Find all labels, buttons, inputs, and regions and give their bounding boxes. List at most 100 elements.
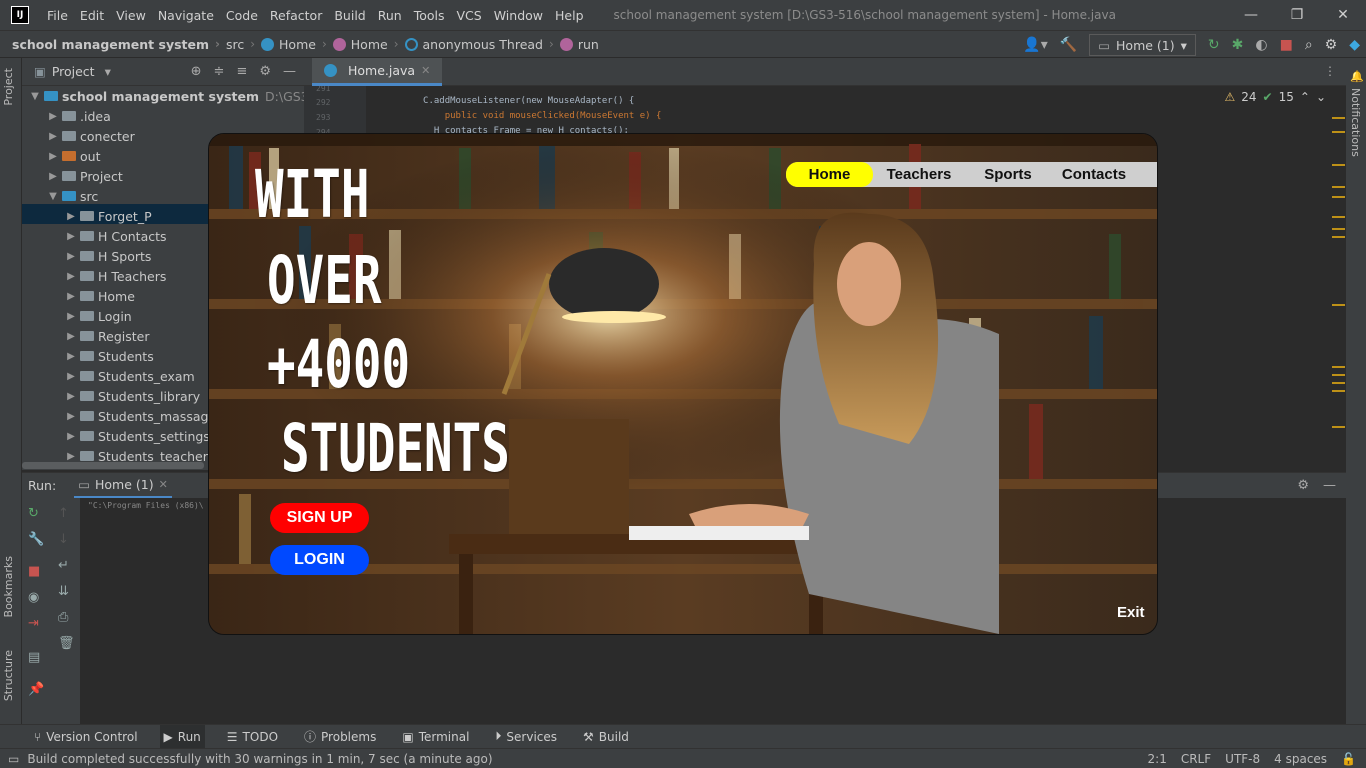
structure-tool-tab[interactable]: Structure <box>2 650 15 701</box>
lock-icon[interactable]: 🔓 <box>1341 752 1356 766</box>
warning-mark[interactable] <box>1332 374 1345 376</box>
project-view-select[interactable]: Project <box>52 64 95 79</box>
menu-view[interactable]: View <box>110 8 152 23</box>
warning-mark[interactable] <box>1332 304 1345 306</box>
stop-icon[interactable]: ■ <box>1280 37 1293 53</box>
chevron-down-icon[interactable]: ⌄ <box>1316 90 1326 104</box>
tree-item[interactable]: ▶ Register <box>64 326 149 346</box>
terminal-tab[interactable]: ▣ Terminal <box>398 725 473 749</box>
tree-item[interactable]: ▶ Login <box>64 306 132 326</box>
breadcrumb-src[interactable]: src › <box>220 37 255 52</box>
arrow-down-icon[interactable]: ↓ <box>58 532 69 547</box>
menu-file[interactable]: File <box>41 8 74 23</box>
tree-item[interactable]: ▶ Students_settings <box>64 426 210 446</box>
exit-icon[interactable]: ⇥ <box>28 616 39 631</box>
tree-item[interactable]: ▶ Students <box>64 346 154 366</box>
warning-mark[interactable] <box>1332 117 1345 119</box>
scroll-to-end-icon[interactable]: ⇊ <box>58 584 69 599</box>
tree-item[interactable]: ▼ src <box>46 186 98 206</box>
menu-navigate[interactable]: Navigate <box>152 8 220 23</box>
debug-bug-icon[interactable]: ✱ <box>1232 37 1244 53</box>
warning-mark[interactable] <box>1332 196 1345 198</box>
layout-icon[interactable]: ▤ <box>28 650 40 665</box>
tab-home-java[interactable]: Home.java ✕ <box>312 58 443 86</box>
menu-help[interactable]: Help <box>549 8 590 23</box>
warning-mark[interactable] <box>1332 164 1345 166</box>
warning-mark[interactable] <box>1332 186 1345 188</box>
nav-home[interactable]: Home <box>786 162 873 187</box>
chevron-down-icon[interactable]: ▾ <box>105 64 111 79</box>
warning-mark[interactable] <box>1332 228 1345 230</box>
expand-all-icon[interactable]: ≑ <box>214 64 225 79</box>
breadcrumb-project[interactable]: school management system › <box>0 37 220 52</box>
tree-item[interactable]: ▶ Forget_P <box>64 206 152 226</box>
tree-item[interactable]: ▶ H Contacts <box>64 226 166 246</box>
warning-mark[interactable] <box>1332 131 1345 133</box>
breadcrumb-run[interactable]: run <box>554 37 599 52</box>
tree-item[interactable]: ▶ Students_library <box>64 386 200 406</box>
breadcrumb-home-file[interactable]: Home › <box>255 37 327 52</box>
hide-icon[interactable]: — <box>283 64 296 79</box>
bell-icon[interactable]: 🔔 <box>1350 70 1364 83</box>
caret-position[interactable]: 2:1 <box>1148 752 1167 766</box>
gear-icon[interactable]: ⚙ <box>1297 478 1309 493</box>
toolbox-icon[interactable]: ◆ <box>1349 37 1360 53</box>
print-icon[interactable]: ⎙ <box>58 610 68 625</box>
menu-code[interactable]: Code <box>220 8 264 23</box>
collapse-all-icon[interactable]: ≡ <box>236 64 247 79</box>
run-configuration-select[interactable]: ▭ Home (1) ▾ <box>1089 34 1196 56</box>
menu-refactor[interactable]: Refactor <box>264 8 328 23</box>
nav-contacts[interactable]: Contacts <box>1051 162 1137 187</box>
services-tab[interactable]: ⏵ Services <box>491 725 561 749</box>
close-icon[interactable]: ✕ <box>159 478 168 491</box>
warning-mark[interactable] <box>1332 390 1345 392</box>
tree-item[interactable]: ▶ Home <box>64 286 135 306</box>
menu-run[interactable]: Run <box>372 8 408 23</box>
arrow-up-icon[interactable]: ↑ <box>58 506 69 521</box>
menu-edit[interactable]: Edit <box>74 8 110 23</box>
build-tab[interactable]: ⚒ Build <box>579 725 633 749</box>
menu-build[interactable]: Build <box>328 8 371 23</box>
user-icon[interactable]: 👤▾ <box>1023 37 1047 53</box>
indent-setting[interactable]: 4 spaces <box>1274 752 1327 766</box>
wrench-icon[interactable]: 🔧 <box>28 532 44 547</box>
tree-item[interactable]: ▶ Students_massage <box>64 406 216 426</box>
camera-icon[interactable]: ◉ <box>28 590 39 605</box>
tree-item[interactable]: ▶ Students_exam <box>64 366 195 386</box>
more-options-icon[interactable]: ⋮ <box>1324 64 1336 78</box>
warning-mark[interactable] <box>1332 366 1345 368</box>
sign-up-button[interactable]: SIGN UP <box>270 503 369 533</box>
login-button[interactable]: LOGIN <box>270 545 369 575</box>
warning-mark[interactable] <box>1332 236 1345 238</box>
gear-icon[interactable]: ⚙ <box>1325 37 1338 53</box>
rerun-icon[interactable]: ↻ <box>28 506 39 521</box>
build-hammer-icon[interactable]: 🔨 <box>1060 37 1077 53</box>
warning-mark[interactable] <box>1332 426 1345 428</box>
tree-item[interactable]: ▶ H Teachers <box>64 266 166 286</box>
file-encoding[interactable]: UTF-8 <box>1225 752 1260 766</box>
restore-button[interactable]: ❐ <box>1274 0 1320 30</box>
menu-vcs[interactable]: VCS <box>451 8 488 23</box>
rerun-icon[interactable]: ↻ <box>1208 37 1220 53</box>
run-tab-home[interactable]: ▭ Home (1) ✕ <box>74 473 172 499</box>
tree-item[interactable]: ▶ out <box>46 146 100 166</box>
run-tool-tab[interactable]: ▶ Run <box>159 724 205 749</box>
soft-wrap-icon[interactable]: ↵ <box>58 558 69 573</box>
nav-teachers[interactable]: Teachers <box>873 162 965 187</box>
tree-item[interactable]: ▶ Project <box>46 166 123 186</box>
search-icon[interactable]: ⌕ <box>1305 37 1313 53</box>
close-icon[interactable]: ✕ <box>421 64 430 77</box>
status-layout-icon[interactable]: ▭ <box>8 752 19 766</box>
tree-item[interactable]: ▶ .idea <box>46 106 111 126</box>
close-button[interactable]: ✕ <box>1320 0 1366 30</box>
error-stripe[interactable] <box>1332 86 1346 470</box>
stop-icon[interactable]: ■ <box>28 564 40 579</box>
project-tool-tab[interactable]: Project <box>2 68 15 106</box>
horizontal-scrollbar[interactable] <box>22 462 204 469</box>
tree-item[interactable]: ▶ conecter <box>46 126 135 146</box>
line-separator[interactable]: CRLF <box>1181 752 1211 766</box>
bookmarks-tool-tab[interactable]: Bookmarks <box>2 556 15 617</box>
breadcrumb-anonymous-thread[interactable]: anonymous Thread › <box>399 37 554 52</box>
notifications-tool-tab[interactable]: Notifications <box>1349 88 1362 157</box>
locate-icon[interactable]: ⊕ <box>191 64 202 79</box>
